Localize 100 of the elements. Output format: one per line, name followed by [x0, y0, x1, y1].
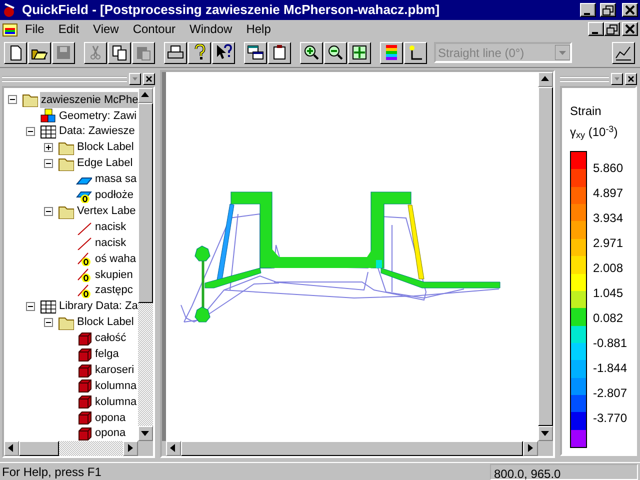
- scroll-up-button[interactable]: [538, 72, 553, 87]
- printer-button[interactable]: [164, 42, 187, 64]
- tree-item[interactable]: Block Label: [76, 139, 135, 156]
- cube-icon: [76, 378, 92, 394]
- color-map-button[interactable]: [380, 42, 403, 64]
- scale-value: -2.807: [592, 384, 628, 402]
- menu-item[interactable]: Edit: [51, 20, 86, 38]
- restore-button[interactable]: [604, 22, 620, 36]
- collapse-icon[interactable]: [44, 318, 53, 327]
- copy-icon: [111, 44, 128, 61]
- scroll-thumb[interactable]: [181, 441, 523, 456]
- tree-item[interactable]: masa sa: [94, 171, 138, 188]
- table-icon: [40, 124, 56, 140]
- tree-item[interactable]: oś waha: [94, 250, 137, 268]
- close-button[interactable]: [622, 22, 638, 36]
- document-icon[interactable]: [2, 21, 18, 37]
- tree-item[interactable]: całość: [94, 330, 128, 347]
- restore-button[interactable]: [600, 3, 616, 17]
- cubes-icon: [40, 108, 56, 124]
- line-chart-icon: [615, 44, 632, 61]
- tree-item[interactable]: karoseri: [94, 362, 136, 378]
- tree-item[interactable]: felga: [94, 346, 120, 362]
- copy-button[interactable]: [108, 42, 131, 64]
- fit-view-button[interactable]: [348, 42, 371, 64]
- folder-icon: [58, 156, 74, 171]
- clipboard-button[interactable]: [268, 42, 291, 64]
- scrollbar-corner: [138, 441, 153, 456]
- close-button[interactable]: [143, 73, 155, 85]
- close-button[interactable]: [622, 3, 638, 17]
- collapse-icon[interactable]: [26, 127, 35, 136]
- menu-item[interactable]: Help: [239, 20, 278, 38]
- line-chart-button[interactable]: [612, 42, 635, 64]
- collapse-icon[interactable]: [8, 95, 17, 104]
- pointer-question-button[interactable]: [212, 42, 235, 64]
- question-mark-button[interactable]: [188, 42, 211, 64]
- tree-item[interactable]: kolumna: [94, 378, 138, 394]
- zoom-out-button[interactable]: [324, 42, 347, 64]
- new-file-button[interactable]: [4, 42, 27, 64]
- scale-value: 2.971: [592, 234, 624, 252]
- dropdown-button[interactable]: [129, 73, 141, 85]
- scissors-button[interactable]: [84, 42, 107, 64]
- tree-item[interactable]: podłoże: [94, 187, 135, 204]
- close-button[interactable]: [625, 73, 637, 85]
- dropdown-button[interactable]: [611, 73, 623, 85]
- tree-item[interactable]: zawieszenie McPhe: [40, 92, 138, 108]
- slash-line-icon: [76, 220, 92, 235]
- scroll-thumb[interactable]: [19, 441, 59, 456]
- table-icon: [40, 299, 56, 314]
- tree-item[interactable]: nacisk: [94, 234, 128, 252]
- menu-item[interactable]: Window: [182, 20, 240, 38]
- scale-value: 0.082: [592, 310, 624, 326]
- expand-icon[interactable]: [44, 143, 53, 152]
- minimize-button[interactable]: [588, 22, 604, 36]
- cube-icon: [76, 394, 92, 410]
- fit-view-icon: [351, 44, 368, 61]
- menu-item[interactable]: File: [18, 20, 52, 38]
- tree-item[interactable]: Block Label: [76, 314, 135, 331]
- tree-item[interactable]: skupien: [94, 266, 134, 283]
- clipboard-icon: [271, 44, 288, 61]
- zoom-in-button[interactable]: [300, 42, 323, 64]
- tree-item[interactable]: kolumna: [94, 394, 138, 410]
- folder-icon: [58, 140, 74, 156]
- window-stack-icon: [247, 44, 264, 61]
- scroll-up-button[interactable]: [138, 88, 153, 103]
- tree-item[interactable]: Edge Label: [76, 155, 134, 172]
- scroll-thumb[interactable]: [538, 87, 553, 426]
- menu-item[interactable]: Contour: [126, 20, 183, 38]
- save-button[interactable]: [52, 42, 75, 64]
- collapse-icon[interactable]: [44, 206, 53, 216]
- scroll-down-button[interactable]: [138, 426, 153, 441]
- tree-item[interactable]: Geometry: Zawi: [58, 108, 138, 124]
- scroll-right-button[interactable]: [523, 441, 538, 456]
- tree-item[interactable]: zastępc: [94, 282, 134, 299]
- zoom-out-icon: [327, 44, 344, 61]
- slash-zero-icon: [76, 267, 92, 282]
- scale-value: 2.008: [592, 260, 624, 276]
- window-stack-button[interactable]: [244, 42, 267, 64]
- scroll-right-button[interactable]: [123, 441, 138, 456]
- scale-value: 4.897: [592, 184, 624, 202]
- minimize-button[interactable]: [580, 3, 596, 17]
- tree-item[interactable]: Vertex Labe: [76, 202, 137, 220]
- tree-item[interactable]: opona: [94, 425, 127, 441]
- spark-corner-icon: [407, 44, 424, 61]
- paste-button[interactable]: [132, 42, 155, 64]
- open-folder-button[interactable]: [28, 42, 51, 64]
- slash-zero-icon: [76, 283, 92, 298]
- tree-item[interactable]: nacisk: [94, 218, 128, 236]
- tree-item[interactable]: Library Data: Za: [58, 298, 138, 315]
- collapse-icon[interactable]: [44, 159, 53, 168]
- scroll-left-button[interactable]: [166, 441, 181, 456]
- collapse-icon[interactable]: [26, 302, 35, 312]
- tree-item[interactable]: opona: [94, 410, 127, 426]
- scale-value: -1.844: [592, 360, 628, 376]
- scroll-thumb[interactable]: [138, 103, 153, 303]
- legend-quantity: γ$_{xy}$ (10$^{-3}$): [570, 123, 619, 141]
- scroll-down-button[interactable]: [538, 426, 553, 441]
- tree-item[interactable]: Data: Zawiesze: [58, 123, 136, 140]
- spark-corner-button[interactable]: [404, 42, 427, 64]
- scroll-left-button[interactable]: [4, 441, 19, 456]
- menu-item[interactable]: View: [86, 20, 126, 38]
